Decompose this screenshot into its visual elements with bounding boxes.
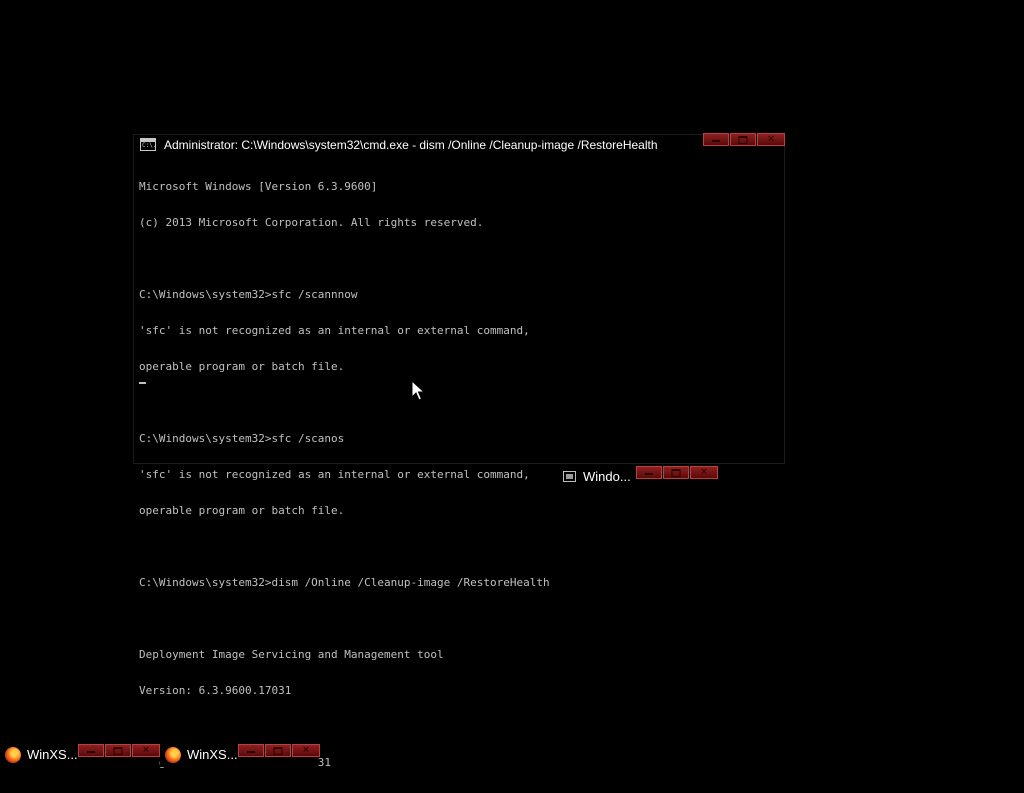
maximize-icon <box>671 468 681 477</box>
maximize-icon <box>738 135 748 144</box>
taskbar-item[interactable]: WinXS... ✕ <box>160 743 320 767</box>
minimize-icon <box>247 751 255 753</box>
firefox-icon <box>165 747 181 763</box>
text-cursor <box>139 382 146 384</box>
close-button[interactable]: ✕ <box>757 133 785 146</box>
minimize-button[interactable] <box>238 744 264 757</box>
minimize-button[interactable] <box>636 466 662 479</box>
close-button[interactable]: ✕ <box>292 744 320 757</box>
close-button[interactable]: ✕ <box>690 466 718 479</box>
maximize-button[interactable] <box>105 744 131 757</box>
caption-buttons: ✕ <box>703 133 785 146</box>
firefox-icon <box>5 747 21 763</box>
minimized-window[interactable]: Windo... ✕ <box>557 466 718 488</box>
close-button[interactable]: ✕ <box>132 744 160 757</box>
caption-buttons: ✕ <box>78 744 160 757</box>
console-line: C:\Windows\system32>dism /Online /Cleanu… <box>139 576 550 589</box>
cmd-titlebar[interactable]: C:\. Administrator: C:\Windows\system32\… <box>134 133 785 155</box>
maximize-icon <box>273 746 283 755</box>
minimize-icon <box>712 140 720 142</box>
maximize-button[interactable] <box>265 744 291 757</box>
console-line: Microsoft Windows [Version 6.3.9600] <box>139 180 378 193</box>
cmd-window[interactable]: C:\. Administrator: C:\Windows\system32\… <box>133 133 785 769</box>
maximize-button[interactable] <box>730 133 756 146</box>
minimize-button[interactable] <box>703 133 729 146</box>
minimize-icon <box>87 751 95 753</box>
minimize-icon <box>645 473 653 475</box>
console-line: operable program or batch file. <box>139 504 345 517</box>
cmd-icon-text: C:\. <box>142 142 157 149</box>
close-icon: ✕ <box>767 134 775 144</box>
close-icon: ✕ <box>302 745 310 755</box>
console-line: (c) 2013 Microsoft Corporation. All righ… <box>139 216 484 229</box>
taskbar-item[interactable]: WinXS... ✕ <box>0 743 160 767</box>
mouse-pointer-icon <box>411 380 425 401</box>
close-icon: ✕ <box>142 745 150 755</box>
taskbar-item-label: WinXS... <box>27 747 78 762</box>
cmd-icon[interactable]: C:\. <box>140 138 156 151</box>
minimized-window-label: Windo... <box>583 469 631 484</box>
maximize-button[interactable] <box>663 466 689 479</box>
console-line: Deployment Image Servicing and Managemen… <box>139 648 444 661</box>
console-line: C:\Windows\system32>sfc /scannnow <box>139 288 358 301</box>
window-icon <box>563 471 576 482</box>
caption-buttons: ✕ <box>238 744 320 757</box>
window-title: Administrator: C:\Windows\system32\cmd.e… <box>164 138 658 152</box>
maximize-icon <box>113 746 123 755</box>
close-icon: ✕ <box>700 467 708 477</box>
minimize-button[interactable] <box>78 744 104 757</box>
taskbar-item-label: WinXS... <box>187 747 238 762</box>
console-line: 'sfc' is not recognized as an internal o… <box>139 324 530 337</box>
caption-buttons: ✕ <box>636 466 718 479</box>
console-line: operable program or batch file. <box>139 360 345 373</box>
console-line: C:\Windows\system32>sfc /scanos <box>139 432 345 445</box>
console-line: Version: 6.3.9600.17031 <box>139 684 292 697</box>
